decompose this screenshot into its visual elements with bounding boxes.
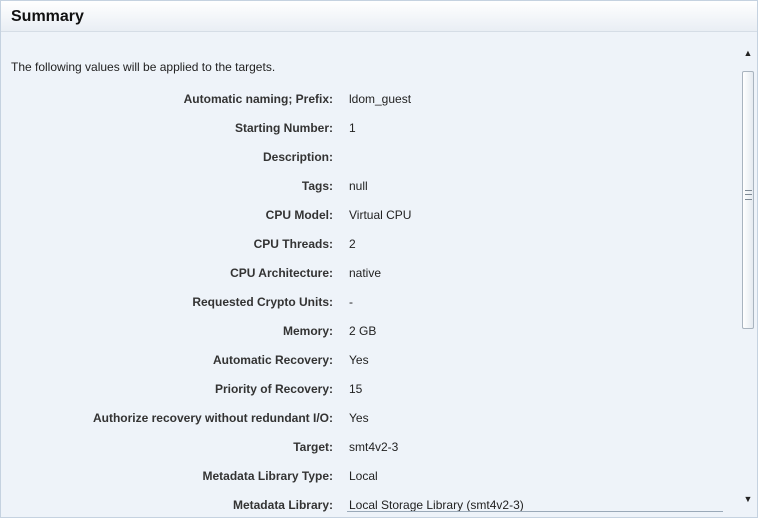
row-label: Starting Number: <box>234 121 333 135</box>
row-value: null <box>349 179 368 193</box>
row-metadata-library: Metadata Library: Local Storage Library … <box>1 491 741 520</box>
row-priority-of-recovery: Priority of Recovery: 15 <box>1 375 741 404</box>
row-value: Local <box>349 469 378 483</box>
grip-icon <box>745 190 752 200</box>
row-value: 15 <box>349 382 363 396</box>
row-label: Description: <box>262 150 333 164</box>
summary-title: Summary <box>11 8 84 25</box>
row-requested-crypto-units: Requested Crypto Units: - <box>1 288 741 317</box>
row-automatic-recovery: Automatic Recovery: Yes <box>1 346 741 375</box>
row-value: Virtual CPU <box>349 208 412 222</box>
row-value: 1 <box>349 121 356 135</box>
row-label: Metadata Library: <box>232 498 333 512</box>
row-cpu-architecture: CPU Architecture: native <box>1 259 741 288</box>
row-metadata-library-type: Metadata Library Type: Local <box>1 462 741 491</box>
scroll-thumb[interactable] <box>742 71 754 329</box>
summary-header: Summary <box>1 1 757 32</box>
row-value: native <box>349 266 382 280</box>
row-label: CPU Architecture: <box>230 266 333 280</box>
row-value: Local Storage Library (smt4v2-3) <box>349 498 524 512</box>
row-value: smt4v2-3 <box>349 440 399 454</box>
row-automatic-naming-prefix: Automatic naming; Prefix: ldom_guest <box>1 85 741 114</box>
row-label: Requested Crypto Units: <box>192 295 333 309</box>
scroll-up-arrow-icon[interactable]: ▲ <box>740 45 756 61</box>
row-label: Target: <box>293 440 333 454</box>
row-label: Priority of Recovery: <box>214 382 333 396</box>
row-label: Tags: <box>301 179 333 193</box>
row-authorize-recovery: Authorize recovery without redundant I/O… <box>1 404 741 433</box>
row-label: CPU Model: <box>265 208 333 222</box>
row-cpu-threads: CPU Threads: 2 <box>1 230 741 259</box>
summary-intro: The following values will be applied to … <box>11 60 276 74</box>
row-value: ldom_guest <box>349 92 412 106</box>
value-divider <box>347 511 723 512</box>
row-target: Target: smt4v2-3 <box>1 433 741 462</box>
row-label: Automatic Recovery: <box>212 353 333 367</box>
row-starting-number: Starting Number: 1 <box>1 114 741 143</box>
row-label: CPU Threads: <box>253 237 333 251</box>
row-value: Yes <box>349 411 369 425</box>
row-label: Metadata Library Type: <box>202 469 333 483</box>
row-label: Automatic naming; Prefix: <box>183 92 333 106</box>
summary-rows: Automatic naming; Prefix: ldom_guest Sta… <box>1 85 741 520</box>
row-description: Description: <box>1 143 741 172</box>
row-tags: Tags: null <box>1 172 741 201</box>
scroll-down-arrow-icon[interactable]: ▼ <box>740 491 756 507</box>
row-value: 2 GB <box>349 324 377 338</box>
row-value: - <box>349 295 353 309</box>
row-memory: Memory: 2 GB <box>1 317 741 346</box>
row-value: Yes <box>349 353 369 367</box>
vertical-scrollbar[interactable]: ▲ ▼ <box>740 41 756 511</box>
row-cpu-model: CPU Model: Virtual CPU <box>1 201 741 230</box>
row-label: Authorize recovery without redundant I/O… <box>92 411 333 425</box>
row-label: Memory: <box>282 324 333 338</box>
summary-panel: Summary The following values will be app… <box>0 0 758 518</box>
row-value: 2 <box>349 237 356 251</box>
